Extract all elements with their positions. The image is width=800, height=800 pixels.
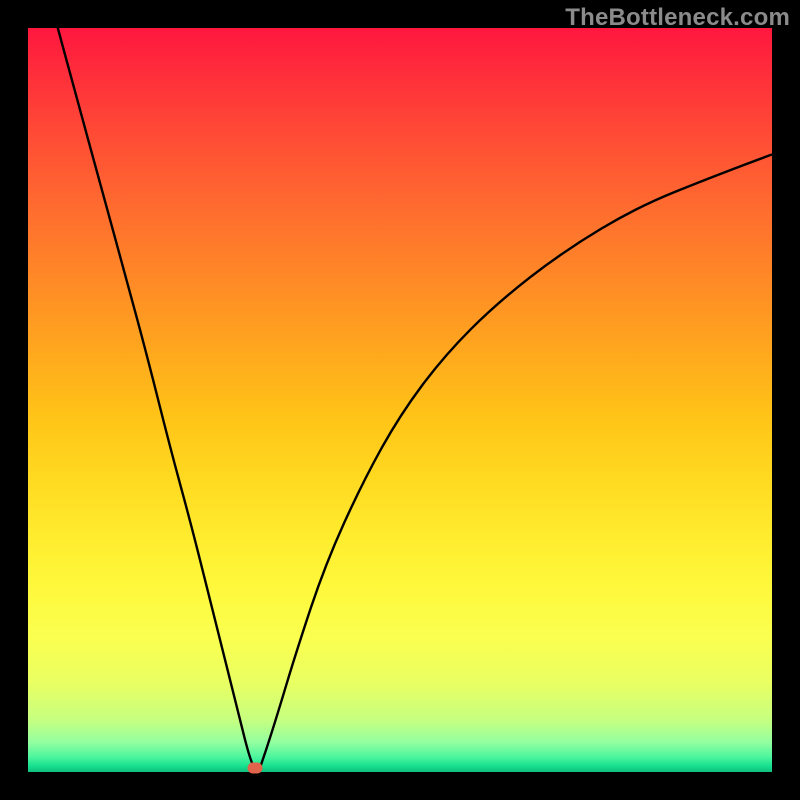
- watermark-text: TheBottleneck.com: [565, 4, 790, 32]
- optimum-marker: [247, 763, 262, 774]
- curve-path: [58, 28, 772, 772]
- chart-frame: TheBottleneck.com: [0, 0, 800, 800]
- plot-area: [28, 28, 772, 772]
- bottleneck-curve: [28, 28, 772, 772]
